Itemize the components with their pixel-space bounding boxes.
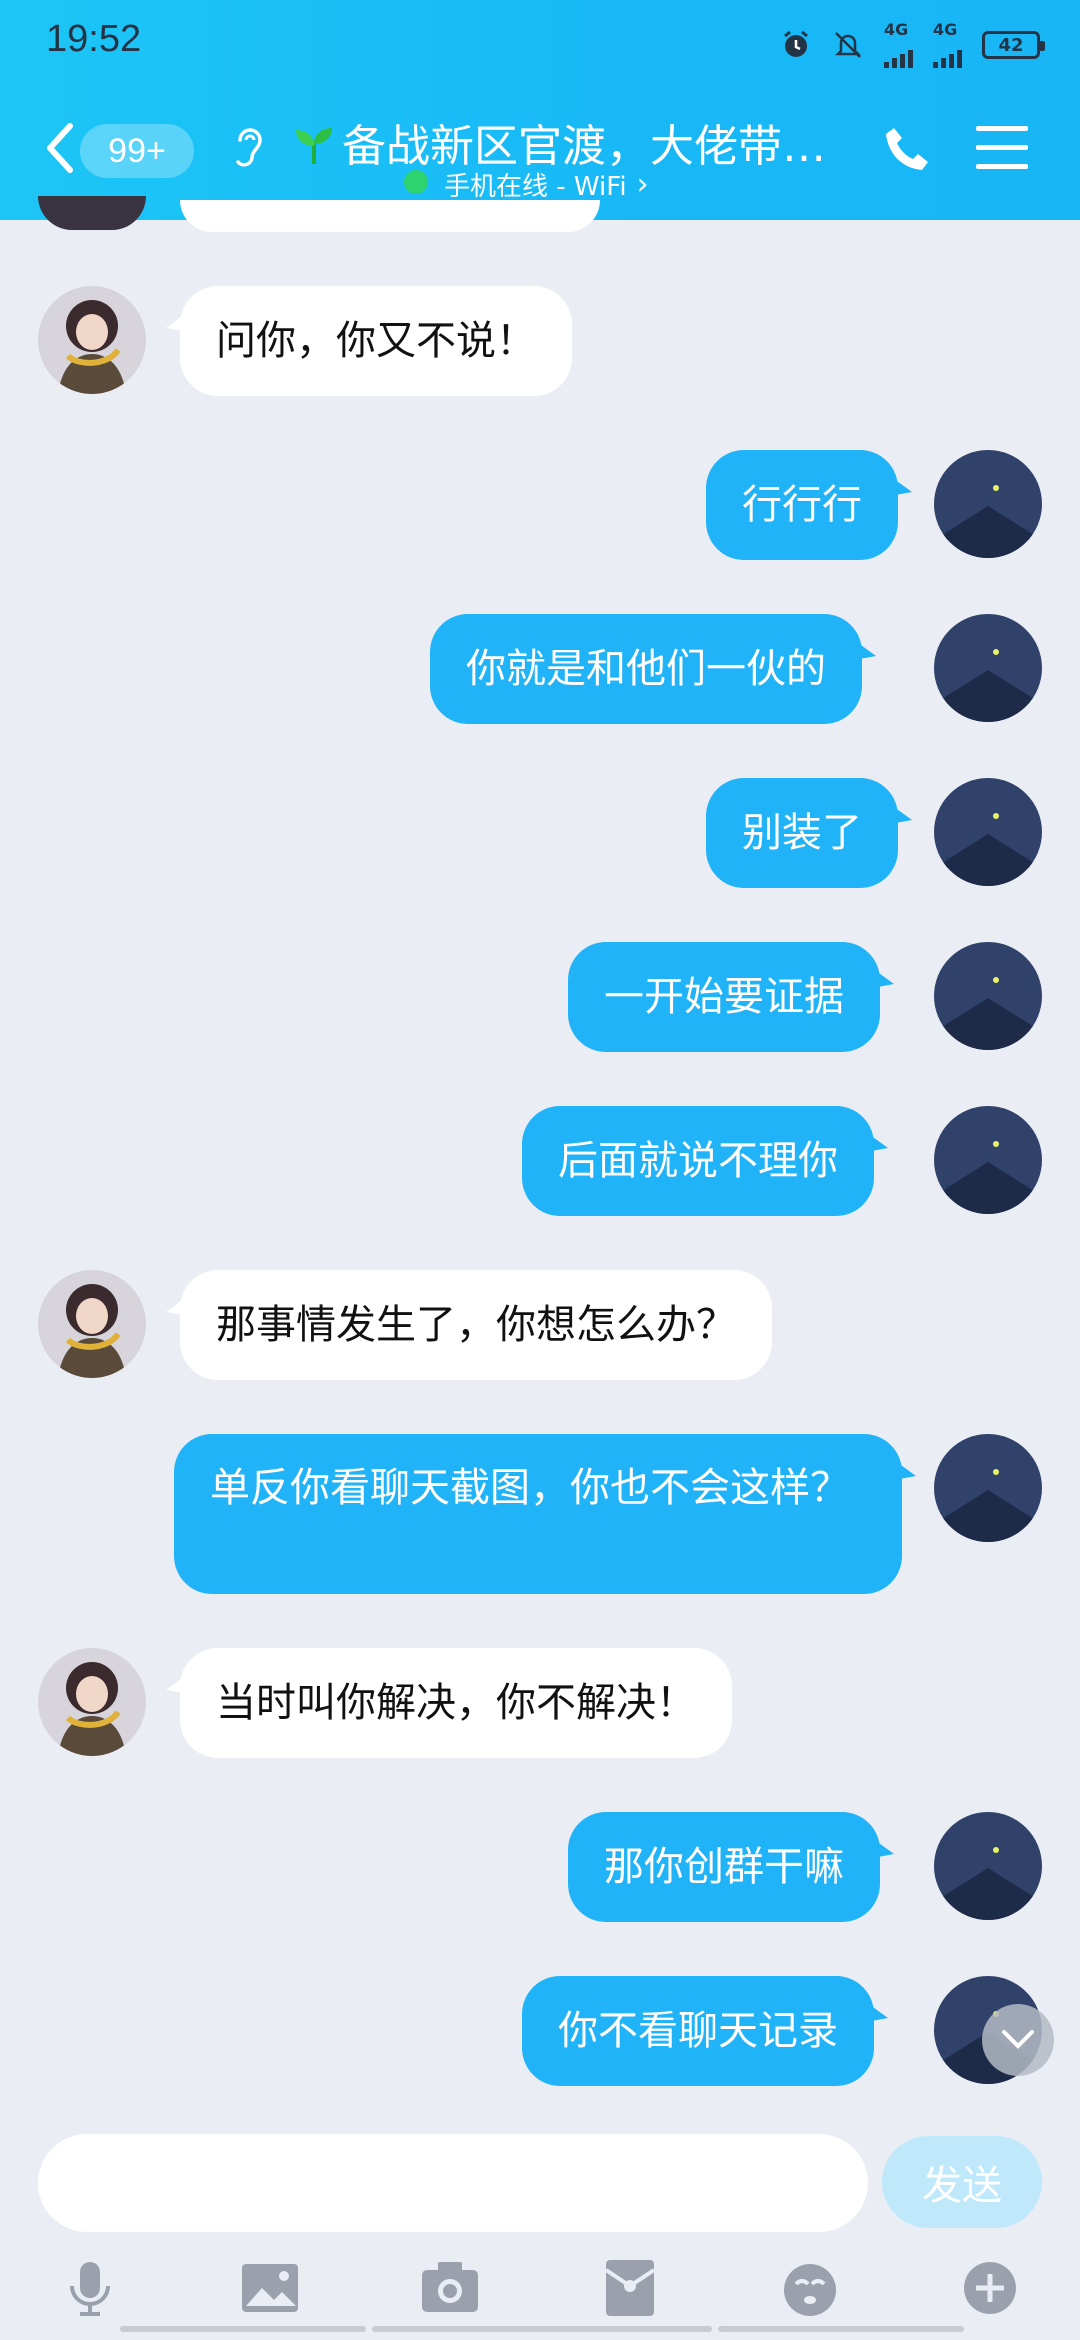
message-bubble[interactable]: 一开始要证据 [568,942,894,1052]
chat-header: 19:52 4G 4G 42 99+ 备战新区官渡，大佬带… 手机在线 - Wi… [0,0,1080,220]
message-bubble[interactable]: 后面就说不理你 [522,1106,888,1216]
my-avatar[interactable] [934,1106,1042,1214]
plus-icon[interactable] [958,2256,1022,2320]
online-status[interactable]: 手机在线 - WiFi › [444,166,649,203]
message-bubble[interactable]: 那你创群干嘛 [568,1812,894,1922]
message-bubble[interactable]: 你就是和他们一伙的 [430,614,876,724]
message-bubble[interactable]: 单反你看聊天截图，你也不会这样？ [174,1434,916,1594]
menu-icon[interactable] [976,126,1028,172]
contact-avatar[interactable] [38,1648,146,1756]
gesture-bar [372,2326,712,2332]
mute-bell-icon [834,32,862,58]
image-icon[interactable] [238,2256,302,2320]
status-icons: 4G 4G 42 [780,22,1045,68]
chevron-down-icon [1002,2030,1034,2049]
my-avatar[interactable] [934,1434,1042,1542]
contact-avatar[interactable] [38,1270,146,1378]
message-bubble[interactable]: 你不看聊天记录 [522,1976,888,2086]
contact-avatar[interactable] [38,286,146,394]
unread-badge[interactable]: 99+ [80,124,194,178]
my-avatar[interactable] [934,450,1042,558]
emoji-icon[interactable] [778,2256,842,2320]
status-time: 19:52 [46,18,142,60]
sprout-icon [296,128,332,164]
camera-icon[interactable] [418,2256,482,2320]
my-avatar[interactable] [934,942,1042,1050]
battery-icon: 42 [982,31,1045,59]
red-packet-icon[interactable] [598,2256,662,2320]
previous-message-bubble [180,200,600,232]
message-input[interactable] [38,2134,868,2232]
chat-title[interactable]: 备战新区官渡，大佬带… [342,110,842,174]
message-bubble[interactable]: 行行行 [706,450,912,560]
back-icon[interactable] [40,118,80,178]
gesture-bar [120,2326,366,2332]
message-bubble[interactable]: 那事情发生了，你想怎么办？ [166,1270,772,1380]
send-button[interactable]: 发送 [882,2136,1042,2228]
message-bubble[interactable]: 问你，你又不说！ [166,286,572,396]
phone-icon[interactable] [882,124,934,176]
my-avatar[interactable] [934,614,1042,722]
message-bubble[interactable]: 别装了 [706,778,912,888]
online-status-dot [404,170,428,194]
my-avatar[interactable] [934,1812,1042,1920]
alarm-icon [784,30,808,57]
previous-avatar [38,196,146,230]
ear-icon[interactable] [228,120,268,176]
signal-2: 4G [933,22,962,68]
signal-1: 4G [884,22,913,68]
my-avatar[interactable] [934,778,1042,886]
scroll-to-bottom-button[interactable] [982,2004,1054,2076]
message-bubble[interactable]: 当时叫你解决，你不解决！ [166,1648,732,1758]
mic-icon[interactable] [58,2256,122,2320]
gesture-bar [718,2326,964,2332]
